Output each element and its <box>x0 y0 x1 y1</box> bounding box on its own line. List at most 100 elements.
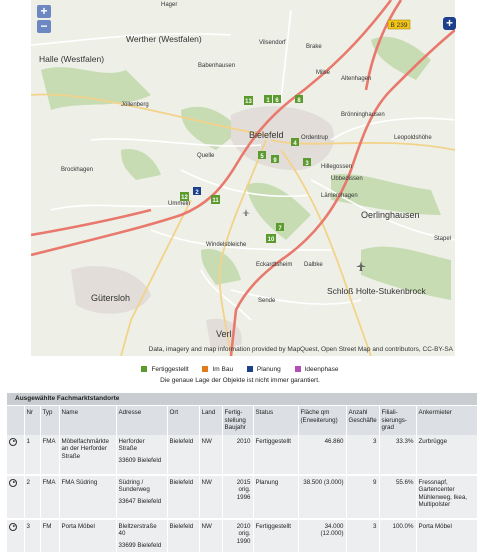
map-legend: Fertiggestellt Im Bau Planung Ideenphase <box>0 366 480 373</box>
expand-row-icon[interactable] <box>9 437 17 446</box>
project-marker-5[interactable]: 5 <box>258 151 266 160</box>
label-schloss-holte: Schloß Holte-Stukenbrock <box>327 286 426 296</box>
project-marker-13[interactable]: 13 <box>244 96 253 105</box>
map-canvas[interactable]: B 239 Hager Werther (Westfalen) Vilsendo… <box>31 0 455 356</box>
cell-status: Fertiggestellt <box>253 518 299 554</box>
cell-adresse-street: Herforder Straße <box>118 437 145 453</box>
layer-switcher-button[interactable]: + <box>443 17 456 30</box>
cell-fertigstellung: 2010 orig. 1990 <box>222 518 254 554</box>
cell-adresse: Herforder Straße 33609 Bielefeld <box>116 434 168 476</box>
project-marker-11[interactable]: 11 <box>211 195 220 204</box>
project-marker-7[interactable]: 7 <box>276 223 284 232</box>
cell-name: Möbelfachmärkte an der Herforder Straße <box>59 434 117 476</box>
legend-ideen: Ideenphase <box>294 366 339 373</box>
project-marker-4[interactable]: 4 <box>291 138 299 147</box>
project-marker-1[interactable]: 1 <box>264 95 272 104</box>
col-anzahl[interactable]: Anzahl Geschäfte <box>346 406 380 435</box>
legend-swatch-planung <box>246 366 253 372</box>
legend-planung: Planung <box>246 366 281 373</box>
row-expand-cell[interactable] <box>7 434 25 476</box>
project-marker-6[interactable]: 6 <box>273 95 281 104</box>
project-marker-10[interactable]: 10 <box>266 234 276 243</box>
label-halle: Halle (Westfalen) <box>39 54 104 64</box>
label-oerlinghausen: Oerlinghausen <box>361 210 420 220</box>
label-hager: Hager <box>161 2 177 8</box>
expand-row-icon[interactable] <box>9 522 17 531</box>
label-ordentrup: Ordentrup <box>301 135 329 141</box>
cell-ort: Bielefeld <box>167 474 200 520</box>
label-bronninghausen: Brönninghausen <box>341 112 385 118</box>
cell-flaeche: 46.860 <box>298 434 347 476</box>
label-windelsbleiche: Windelsbleiche <box>206 242 247 248</box>
zoom-controls: + − <box>37 5 51 35</box>
col-filialisierung[interactable]: Filiali-sierungs-grad <box>379 406 417 435</box>
road-shield-label: B 239 <box>391 22 408 29</box>
col-land[interactable]: Land <box>199 406 223 435</box>
col-ort[interactable]: Ort <box>167 406 200 435</box>
col-name[interactable]: Name <box>59 406 117 435</box>
zoom-in-button[interactable]: + <box>37 5 51 18</box>
label-gutersloh: Gütersloh <box>91 293 130 303</box>
row-expand-cell[interactable] <box>7 518 25 554</box>
project-marker-9[interactable]: 9 <box>271 155 279 164</box>
cell-name: FMA Südring <box>59 474 117 520</box>
cell-anzahl: 9 <box>346 474 380 520</box>
table-row[interactable]: 3 FM Porta Möbel Bleltzerstraße 40 33699 … <box>7 518 478 554</box>
cell-fertigstellung: 2015 orig. 1996 <box>222 474 254 520</box>
table-title: Ausgewählte Fachmarktstandorte <box>7 393 477 405</box>
legend-inbau: Im Bau <box>202 366 233 373</box>
legend-label-planung: Planung <box>256 366 281 373</box>
cell-status: Fertiggestellt <box>253 434 299 476</box>
project-marker-3[interactable]: 3 <box>303 158 311 167</box>
cell-adresse-city: 33647 Bielefeld <box>118 497 162 505</box>
project-marker-2[interactable]: 2 <box>193 187 201 196</box>
legend-swatch-inbau <box>202 366 209 372</box>
col-expand <box>7 406 25 435</box>
cell-flaeche: 34.000 (12.000) <box>298 518 347 554</box>
label-ubbedissen: Ubbedissen <box>331 176 363 182</box>
col-flaeche[interactable]: Fläche qm (Erweiterung) <box>298 406 347 435</box>
cell-ankermieter: Fressnapf, Gartencenter Mühlenweg, Ikea,… <box>416 474 478 520</box>
cell-adresse: Bleltzerstraße 40 33699 Bielefeld <box>116 518 168 554</box>
cell-adresse-street: Südring / Sunderweg <box>118 478 150 494</box>
col-status[interactable]: Status <box>253 406 299 435</box>
legend-swatch-fertig <box>141 366 148 372</box>
cell-filialisierung: 33.3% <box>379 434 417 476</box>
col-fertigstellung[interactable]: Fertig-stellung Baujahr <box>222 406 254 435</box>
expand-row-icon[interactable] <box>9 478 17 487</box>
svg-text:13: 13 <box>245 99 252 105</box>
cell-adresse-city: 33699 Bielefeld <box>118 541 162 549</box>
map-attribution: Data, imagery and map information provid… <box>148 346 453 353</box>
row-expand-cell[interactable] <box>7 474 25 520</box>
locations-table: Nr Typ Name Adresse Ort Land Fertig-stel… <box>7 406 478 554</box>
cell-filialisierung: 100.0% <box>379 518 417 554</box>
label-werther: Werther (Westfalen) <box>126 34 202 44</box>
label-jollenbeck: Jöllenberg <box>121 102 149 108</box>
label-hillegossen: Hillegossen <box>321 164 352 170</box>
cell-flaeche: 38.500 (3.000) <box>298 474 347 520</box>
label-babenhausen: Babenhausen <box>198 63 235 69</box>
cell-adresse: Südring / Sunderweg 33647 Bielefeld <box>116 474 168 520</box>
zoom-out-button[interactable]: − <box>37 20 51 33</box>
legend-fertig: Fertiggestellt <box>141 366 189 373</box>
project-marker-8[interactable]: 8 <box>295 95 303 104</box>
map-view[interactable]: B 239 Hager Werther (Westfalen) Vilsendo… <box>31 0 455 356</box>
table-header-row: Nr Typ Name Adresse Ort Land Fertig-stel… <box>7 406 478 435</box>
col-adresse[interactable]: Adresse <box>116 406 168 435</box>
label-verl: Verl <box>216 329 232 339</box>
table-row[interactable]: 1 FMA Möbelfachmärkte an der Herforder S… <box>7 434 478 476</box>
project-marker-12[interactable]: 12 <box>180 192 189 201</box>
col-ankermieter[interactable]: Ankermieter <box>416 406 478 435</box>
label-dalbke: Dalbke <box>304 262 323 268</box>
cell-ankermieter: Porta Möbel <box>416 518 478 554</box>
label-quelle: Quelle <box>197 153 215 159</box>
cell-status: Planung <box>253 474 299 520</box>
col-typ[interactable]: Typ <box>40 406 60 435</box>
legend-label-inbau: Im Bau <box>212 366 234 373</box>
cell-adresse-city: 33609 Bielefeld <box>118 456 162 464</box>
col-nr[interactable]: Nr <box>24 406 41 435</box>
svg-text:11: 11 <box>212 198 219 204</box>
cell-typ: FMA <box>40 434 60 476</box>
cell-fertigstellung: 2010 <box>222 434 254 476</box>
table-row[interactable]: 2 FMA FMA Südring Südring / Sunderweg 336… <box>7 474 478 520</box>
